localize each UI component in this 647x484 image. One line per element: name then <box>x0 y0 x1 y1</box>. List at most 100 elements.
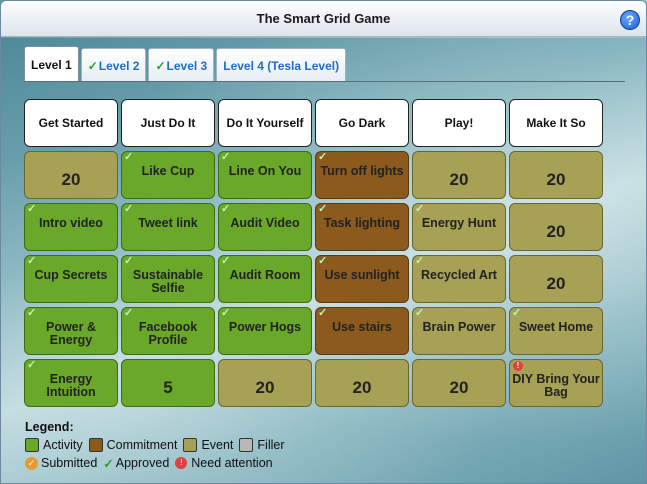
grid-cell-event[interactable]: ✓ Recycled Art <box>412 255 506 303</box>
grid-cell-event[interactable]: 20 <box>218 359 312 407</box>
legend-swatch <box>88 438 103 452</box>
approved-check-icon: ✓ <box>103 456 114 471</box>
approved-check-icon: ✓ <box>415 203 425 215</box>
legend-swatch <box>183 438 198 452</box>
grid-cell-activity[interactable]: ✓ Sustainable Selfie <box>121 255 215 303</box>
grid-cell-activity[interactable]: ✓ Energy Intuition <box>24 359 118 407</box>
column-header: Play! <box>412 99 506 147</box>
approved-check-icon: ✓ <box>415 255 425 267</box>
cell-label: Intro video <box>39 216 103 230</box>
column-header: Get Started <box>24 99 118 147</box>
grid-cell-activity[interactable]: ✓ Intro video <box>24 203 118 251</box>
grid-cell-activity[interactable]: ✓ Cup Secrets <box>24 255 118 303</box>
grid-cell-activity[interactable]: ✓ Power Hogs <box>218 307 312 355</box>
cell-label: Power & Energy <box>45 320 96 347</box>
grid-cell-event[interactable]: 20 <box>24 151 118 199</box>
approved-check-icon: ✓ <box>415 307 425 319</box>
approved-check-icon: ✓ <box>221 203 231 215</box>
grid-cell-activity[interactable]: ✓ Power & Energy <box>24 307 118 355</box>
approved-check-icon: ✓ <box>221 307 231 319</box>
grid-cell-event[interactable]: ✓ Brain Power <box>412 307 506 355</box>
legend-label: Filler <box>257 438 285 452</box>
legend-item-event: Event <box>183 438 233 452</box>
approved-check-icon: ✓ <box>318 255 328 267</box>
legend-status-item: ! Need attention <box>175 456 273 470</box>
cell-label: DIY Bring Your Bag <box>512 372 600 399</box>
game-window: The Smart Grid Game ? Level 1 ✓ Level 2 ✓ Le… <box>0 0 647 484</box>
cell-label: Tweet link <box>138 216 198 230</box>
grid-cell-event[interactable]: ✓ Energy Hunt <box>412 203 506 251</box>
cell-label: Sweet Home <box>518 320 594 334</box>
grid-cell-event[interactable]: 20 <box>509 203 603 251</box>
approved-check-icon: ✓ <box>27 359 37 371</box>
grid-cell-commitment[interactable]: ✓ Use sunlight <box>315 255 409 303</box>
cell-label: Energy Hunt <box>421 216 497 230</box>
grid-cell-commitment[interactable]: ✓ Use stairs <box>315 307 409 355</box>
approved-check-icon: ✓ <box>27 255 37 267</box>
grid-cell-activity[interactable]: ✓ Like Cup <box>121 151 215 199</box>
legend-label: Approved <box>115 456 170 470</box>
grid-cell-activity[interactable]: ✓ Audit Video <box>218 203 312 251</box>
approved-check-icon: ✓ <box>124 203 134 215</box>
grid-cell-event[interactable]: ✓ Sweet Home <box>509 307 603 355</box>
cell-label: Task lighting <box>323 216 401 230</box>
cell-label: Audit Video <box>230 216 300 230</box>
cell-label: Use stairs <box>332 320 392 334</box>
legend-item-filler: Filler <box>239 438 285 452</box>
approved-check-icon: ✓ <box>27 307 37 319</box>
cell-label: 5 <box>163 377 173 397</box>
legend-label: Activity <box>43 438 83 452</box>
cell-label: Use sunlight <box>324 268 400 282</box>
help-button[interactable]: ? <box>620 10 640 30</box>
grid-cell-event[interactable]: 20 <box>412 151 506 199</box>
legend-title: Legend: <box>25 420 74 434</box>
grid-cell-event[interactable]: 20 <box>412 359 506 407</box>
cell-label: Sustainable Selfie <box>132 268 204 295</box>
grid-cell-activity[interactable]: ✓ Facebook Profile <box>121 307 215 355</box>
grid-cell-event[interactable]: 20 <box>509 151 603 199</box>
legend-label: Submitted <box>41 456 98 470</box>
cell-label: Cup Secrets <box>34 268 108 282</box>
legend-item-commitment: Commitment <box>88 438 177 452</box>
grid-cell-activity[interactable]: 5 <box>121 359 215 407</box>
cell-label: Like Cup <box>141 164 195 178</box>
tab-level-1[interactable]: Level 1 <box>24 46 79 82</box>
cell-label: Facebook Profile <box>138 320 198 347</box>
tab-label: Level 2 <box>98 58 140 73</box>
tab-label: Level 3 <box>166 58 208 73</box>
attention-icon: ! <box>513 361 523 371</box>
tab-level-2[interactable]: ✓ Level 2 <box>80 48 147 82</box>
grid-cell-event[interactable]: 20 <box>509 255 603 303</box>
grid-cell-activity[interactable]: ✓ Line On You <box>218 151 312 199</box>
grid-cell-event[interactable]: ! DIY Bring Your Bag <box>509 359 603 407</box>
tab-level-3[interactable]: ✓ Level 3 <box>148 48 215 82</box>
game-content: Level 1 ✓ Level 2 ✓ Level 3 Level 4 (Tesla Le… <box>1 38 646 483</box>
approved-check-icon: ✓ <box>318 307 328 319</box>
grid-cell-activity[interactable]: ✓ Audit Room <box>218 255 312 303</box>
tab-label: Level 1 <box>31 57 72 72</box>
column-header: Make It So <box>509 99 603 147</box>
approved-check-icon: ✓ <box>318 151 328 163</box>
grid-cell-event[interactable]: 20 <box>315 359 409 407</box>
legend-status-item: ✓ Submitted <box>25 456 97 470</box>
legend-label: Need attention <box>191 456 273 470</box>
legend: Legend: Activity Commitment Event Filler ✓ S… <box>25 420 291 472</box>
cell-label: 20 <box>255 377 275 397</box>
grid-cell-commitment[interactable]: ✓ Task lighting <box>315 203 409 251</box>
cell-label: Recycled Art <box>421 268 497 282</box>
cell-label: Turn off lights <box>320 164 404 178</box>
cell-label: 20 <box>546 169 566 189</box>
window-title: The Smart Grid Game <box>256 11 391 26</box>
title-bar: The Smart Grid Game ? <box>1 1 646 37</box>
grid-cell-activity[interactable]: ✓ Tweet link <box>121 203 215 251</box>
legend-statuses: ✓ Submitted ✓ Approved! Need attention <box>25 454 291 472</box>
legend-status-item: ✓ Approved <box>103 456 169 471</box>
cell-label: 20 <box>546 221 566 241</box>
tab-level-4[interactable]: Level 4 (Tesla Level) <box>216 48 347 82</box>
column-header: Go Dark <box>315 99 409 147</box>
legend-swatch <box>25 438 39 452</box>
cell-label: 20 <box>352 377 372 397</box>
tab-label: Level 4 (Tesla Level) <box>223 58 340 73</box>
approved-check-icon: ✓ <box>512 307 522 319</box>
grid-cell-commitment[interactable]: ✓ Turn off lights <box>315 151 409 199</box>
